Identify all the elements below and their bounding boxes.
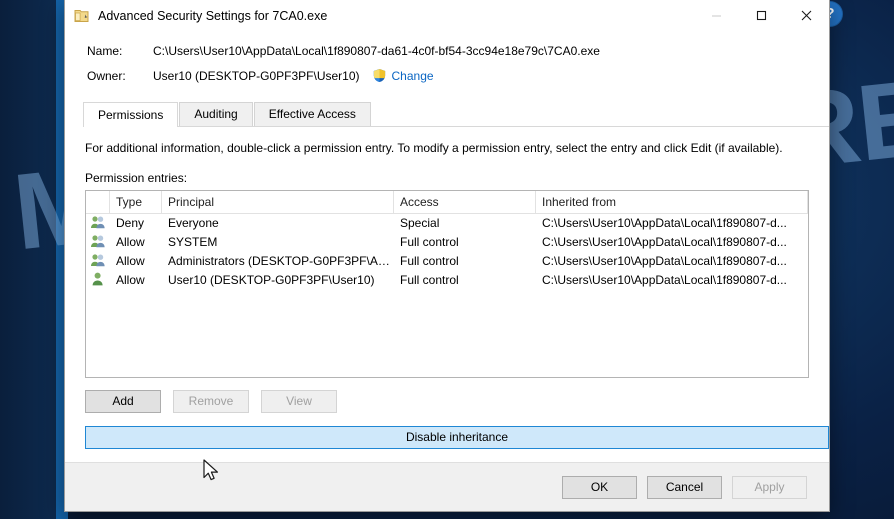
list-header: Type Principal Access Inherited from xyxy=(86,191,808,214)
object-info: Name: C:\Users\User10\AppData\Local\1f89… xyxy=(65,32,829,93)
dialog-footer: OK Cancel Apply xyxy=(65,462,829,511)
cell-access: Special xyxy=(400,216,440,230)
cell-type: Deny xyxy=(116,216,145,230)
group-icon xyxy=(86,214,110,233)
table-row[interactable]: Allow SYSTEM Full control C:\Users\User1… xyxy=(86,233,808,252)
change-owner-link[interactable]: Change xyxy=(392,69,434,83)
name-value: C:\Users\User10\AppData\Local\1f890807-d… xyxy=(153,44,600,58)
cell-access: Full control xyxy=(400,235,459,249)
owner-value: User10 (DESKTOP-G0PF3PF\User10) xyxy=(153,68,360,83)
column-access[interactable]: Access xyxy=(394,191,536,213)
permission-entries-list[interactable]: Type Principal Access Inherited from Den… xyxy=(85,190,809,378)
name-row: Name: C:\Users\User10\AppData\Local\1f89… xyxy=(87,44,829,58)
permission-entries-label: Permission entries: xyxy=(85,171,188,185)
cell-inherited-from: C:\Users\User10\AppData\Local\1f890807-d… xyxy=(542,216,787,230)
window-controls xyxy=(694,0,829,31)
view-button: View xyxy=(261,390,337,413)
column-principal[interactable]: Principal xyxy=(162,191,394,213)
cell-principal: Administrators (DESKTOP-G0PF3PF\Admini..… xyxy=(168,254,394,268)
list-rows: Deny Everyone Special C:\Users\User10\Ap… xyxy=(86,214,808,290)
maximize-button[interactable] xyxy=(739,0,784,31)
inheritance-row: Disable inheritance xyxy=(85,426,829,449)
tab-permissions[interactable]: Permissions xyxy=(83,102,179,127)
title-bar[interactable]: Advanced Security Settings for 7CA0.exe xyxy=(65,0,829,32)
cell-type: Allow xyxy=(116,273,145,287)
cell-inherited-from: C:\Users\User10\AppData\Local\1f890807-d… xyxy=(542,254,787,268)
cancel-button[interactable]: Cancel xyxy=(647,475,722,499)
table-row[interactable]: Deny Everyone Special C:\Users\User10\Ap… xyxy=(86,214,808,233)
cell-type: Allow xyxy=(116,254,145,268)
group-icon xyxy=(86,233,110,252)
window-title: Advanced Security Settings for 7CA0.exe xyxy=(98,8,328,23)
user-icon xyxy=(86,271,110,290)
security-folder-icon xyxy=(74,8,90,24)
cell-principal: User10 (DESKTOP-G0PF3PF\User10) xyxy=(168,273,375,287)
cell-inherited-from: C:\Users\User10\AppData\Local\1f890807-d… xyxy=(542,235,787,249)
cell-access: Full control xyxy=(400,254,459,268)
ok-button[interactable]: OK xyxy=(562,475,637,499)
column-type[interactable]: Type xyxy=(110,191,162,213)
remove-button: Remove xyxy=(173,390,249,413)
advanced-security-settings-dialog: Advanced Security Settings for 7CA0.exe … xyxy=(64,0,830,512)
tab-strip: Permissions Auditing Effective Access xyxy=(83,101,829,127)
column-inherited-from[interactable]: Inherited from xyxy=(536,191,808,213)
add-button[interactable]: Add xyxy=(85,390,161,413)
owner-row: Owner: User10 (DESKTOP-G0PF3PF\User10) C… xyxy=(87,68,829,83)
cell-type: Allow xyxy=(116,235,145,249)
entry-action-buttons: Add Remove View xyxy=(85,390,829,413)
dialog-body: Name: C:\Users\User10\AppData\Local\1f89… xyxy=(65,32,829,462)
uac-shield-icon xyxy=(372,68,387,83)
apply-button: Apply xyxy=(732,475,807,499)
cell-principal: Everyone xyxy=(168,216,219,230)
owner-label: Owner: xyxy=(87,68,126,83)
cell-inherited-from: C:\Users\User10\AppData\Local\1f890807-d… xyxy=(542,273,787,287)
disable-inheritance-button[interactable]: Disable inheritance xyxy=(85,426,829,449)
cell-access: Full control xyxy=(400,273,459,287)
tab-auditing[interactable]: Auditing xyxy=(179,102,253,126)
close-button[interactable] xyxy=(784,0,829,31)
group-icon xyxy=(86,252,110,271)
table-row[interactable]: Allow User10 (DESKTOP-G0PF3PF\User10) Fu… xyxy=(86,271,808,290)
minimize-button[interactable] xyxy=(694,0,739,31)
desktop-left-band xyxy=(0,0,56,519)
name-label: Name: xyxy=(87,44,123,58)
tab-effective-access[interactable]: Effective Access xyxy=(253,102,371,126)
cell-principal: SYSTEM xyxy=(168,235,218,249)
instruction-text: For additional information, double-click… xyxy=(85,141,783,155)
column-icon xyxy=(86,191,110,213)
table-row[interactable]: Allow Administrators (DESKTOP-G0PF3PF\Ad… xyxy=(86,252,808,271)
